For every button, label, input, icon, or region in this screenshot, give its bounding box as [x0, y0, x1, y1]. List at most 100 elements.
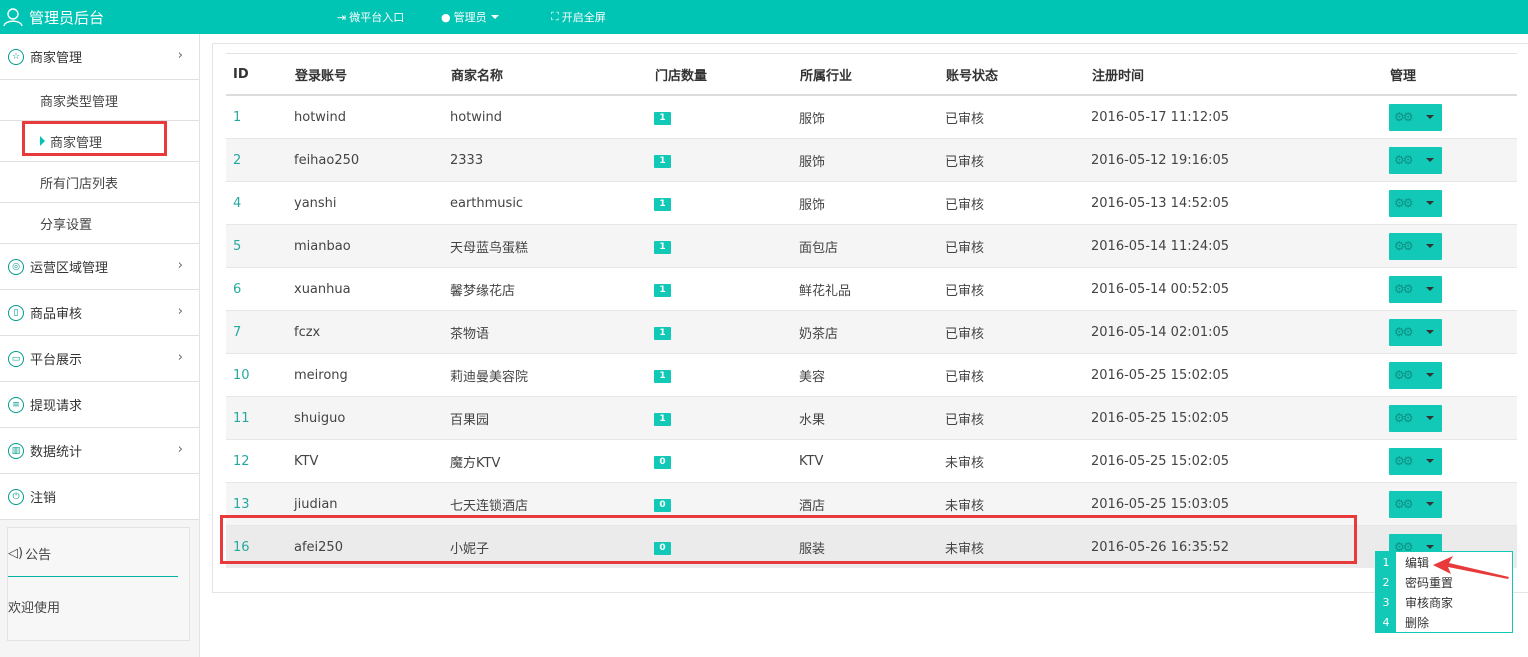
annotation-arrow-icon — [1433, 556, 1509, 579]
nav-admin-menu[interactable]: ● 管理员 — [441, 0, 499, 34]
manage-button[interactable]: ⚙⚙ — [1389, 318, 1442, 346]
gear-icon: ⚙⚙ — [1394, 282, 1413, 296]
manage-button[interactable]: ⚙⚙ — [1389, 146, 1442, 174]
fullscreen-icon: ⛶ — [551, 10, 559, 23]
cell-industry: 美容 — [799, 353, 945, 397]
row-id-link[interactable]: 12 — [233, 454, 250, 469]
store-count-badge: 1 — [654, 112, 671, 125]
sidebar-item-logout[interactable]: ⏻ 注销 — [0, 474, 199, 520]
chart-icon: ▥ — [8, 442, 24, 459]
sidebar-item-region[interactable]: ◎ 运营区域管理 › — [0, 244, 199, 290]
col-industry: 所属行业 — [799, 53, 945, 96]
col-name: 商家名称 — [450, 53, 654, 96]
cell-status: 已审核 — [945, 138, 1091, 182]
cell-industry: 水果 — [799, 396, 945, 440]
chevron-down-icon — [1426, 545, 1434, 549]
cell-time: 2016-05-14 00:52:05 — [1091, 267, 1389, 311]
manage-button[interactable]: ⚙⚙ — [1389, 275, 1442, 303]
cell-account: shuiguo — [294, 396, 450, 440]
cell-industry: 奶茶店 — [799, 310, 945, 354]
menu-item-review-merchant[interactable]: 3 审核商家 — [1376, 592, 1512, 612]
row-id-link[interactable]: 7 — [233, 325, 241, 340]
cell-name: 2333 — [450, 138, 654, 182]
cell-account: feihao250 — [294, 138, 450, 182]
sidebar-item-platform-display[interactable]: ▭ 平台展示 › — [0, 336, 199, 382]
table-row: 2 feihao250 2333 1 服饰 已审核 2016-05-12 19:… — [226, 138, 1517, 182]
manage-button[interactable]: ⚙⚙ — [1389, 490, 1442, 518]
gear-icon: ⚙⚙ — [1394, 239, 1413, 253]
cell-time: 2016-05-12 19:16:05 — [1091, 138, 1389, 182]
chevron-down-icon — [490, 15, 499, 19]
cell-status: 已审核 — [945, 224, 1091, 268]
cell-name: earthmusic — [450, 181, 654, 225]
top-bar: 管理员后台 ⇥ 微平台入口 ● 管理员 ⛶ 开启全屏 — [0, 0, 1528, 34]
store-count-badge: 1 — [654, 413, 671, 426]
store-count-badge: 1 — [654, 370, 671, 383]
sidebar-item-product-review[interactable]: ▯ 商品审核 › — [0, 290, 199, 336]
manage-button[interactable]: ⚙⚙ — [1389, 103, 1442, 131]
sidebar-item-withdraw[interactable]: ≡ 提现请求 — [0, 382, 199, 428]
sidebar-item-merchant[interactable]: ☆ 商家管理 › — [0, 34, 199, 80]
manage-button[interactable]: ⚙⚙ — [1389, 404, 1442, 432]
row-id-link[interactable]: 1 — [233, 110, 241, 125]
cell-name: hotwind — [450, 94, 654, 139]
col-account: 登录账号 — [294, 53, 450, 96]
subitem-share-settings[interactable]: 分享设置 — [0, 203, 199, 244]
display-icon: ▭ — [8, 350, 24, 367]
col-stores: 门店数量 — [654, 53, 799, 96]
chevron-right-icon: › — [177, 48, 183, 63]
notice-divider — [8, 576, 178, 577]
notice-header: ◁) 公告 — [8, 546, 52, 563]
gear-icon: ⚙⚙ — [1394, 368, 1413, 382]
sidebar-item-statistics[interactable]: ▥ 数据统计 › — [0, 428, 199, 474]
col-status: 账号状态 — [945, 53, 1091, 96]
brand: 管理员后台 — [0, 0, 200, 34]
row-id-link[interactable]: 6 — [233, 282, 241, 297]
manage-button[interactable]: ⚙⚙ — [1389, 447, 1442, 475]
cell-status: 未审核 — [945, 439, 1091, 483]
subitem-merchant-types[interactable]: 商家类型管理 — [0, 80, 199, 121]
store-count-badge: 0 — [654, 456, 671, 469]
manage-button[interactable]: ⚙⚙ — [1389, 232, 1442, 260]
table-row: 6 xuanhua 馨梦缘花店 1 鲜花礼品 已审核 2016-05-14 00… — [226, 267, 1517, 311]
nav-platform-entry[interactable]: ⇥ 微平台入口 — [337, 0, 404, 34]
cell-time: 2016-05-13 14:52:05 — [1091, 181, 1389, 225]
row-id-link[interactable]: 13 — [233, 497, 250, 512]
store-count-badge: 0 — [654, 499, 671, 512]
row-id-link[interactable]: 2 — [233, 153, 241, 168]
manage-button[interactable]: ⚙⚙ — [1389, 361, 1442, 389]
cell-account: KTV — [294, 439, 450, 483]
chevron-down-icon — [1426, 502, 1434, 506]
row-highlight-box — [220, 515, 1357, 564]
sidebar-highlight-box — [22, 121, 167, 156]
subitem-all-stores[interactable]: 所有门店列表 — [0, 162, 199, 203]
menu-item-delete[interactable]: 4 删除 — [1376, 612, 1512, 632]
gear-icon: ⚙⚙ — [1394, 153, 1413, 167]
table-row: 11 shuiguo 百果园 1 水果 已审核 2016-05-25 15:02… — [226, 396, 1517, 440]
cell-time: 2016-05-17 11:12:05 — [1091, 94, 1389, 139]
cell-name: 魔方KTV — [450, 439, 654, 483]
row-id-link[interactable]: 5 — [233, 239, 241, 254]
cell-time: 2016-05-14 11:24:05 — [1091, 224, 1389, 268]
cell-account: hotwind — [294, 94, 450, 139]
row-id-link[interactable]: 4 — [233, 196, 241, 211]
nav-fullscreen[interactable]: ⛶ 开启全屏 — [551, 0, 606, 34]
row-id-link[interactable]: 11 — [233, 411, 250, 426]
col-manage: 管理 — [1389, 53, 1517, 96]
manage-button[interactable]: ⚙⚙ — [1389, 189, 1442, 217]
gear-icon: ⚙⚙ — [1394, 411, 1413, 425]
cell-time: 2016-05-14 02:01:05 — [1091, 310, 1389, 354]
cell-status: 已审核 — [945, 267, 1091, 311]
table-header-row: ID 登录账号 商家名称 门店数量 所属行业 账号状态 注册时间 管理 — [226, 53, 1517, 96]
cell-industry: 服饰 — [799, 138, 945, 182]
row-id-link[interactable]: 10 — [233, 368, 250, 383]
chevron-right-icon: › — [177, 258, 183, 273]
cell-industry: 服饰 — [799, 181, 945, 225]
power-icon: ⏻ — [8, 488, 24, 505]
cell-status: 已审核 — [945, 94, 1091, 139]
cell-name: 馨梦缘花店 — [450, 267, 654, 311]
chevron-down-icon — [1426, 287, 1434, 291]
chevron-down-icon — [1426, 158, 1434, 162]
store-count-badge: 1 — [654, 327, 671, 340]
store-icon: ☆ — [8, 48, 24, 65]
